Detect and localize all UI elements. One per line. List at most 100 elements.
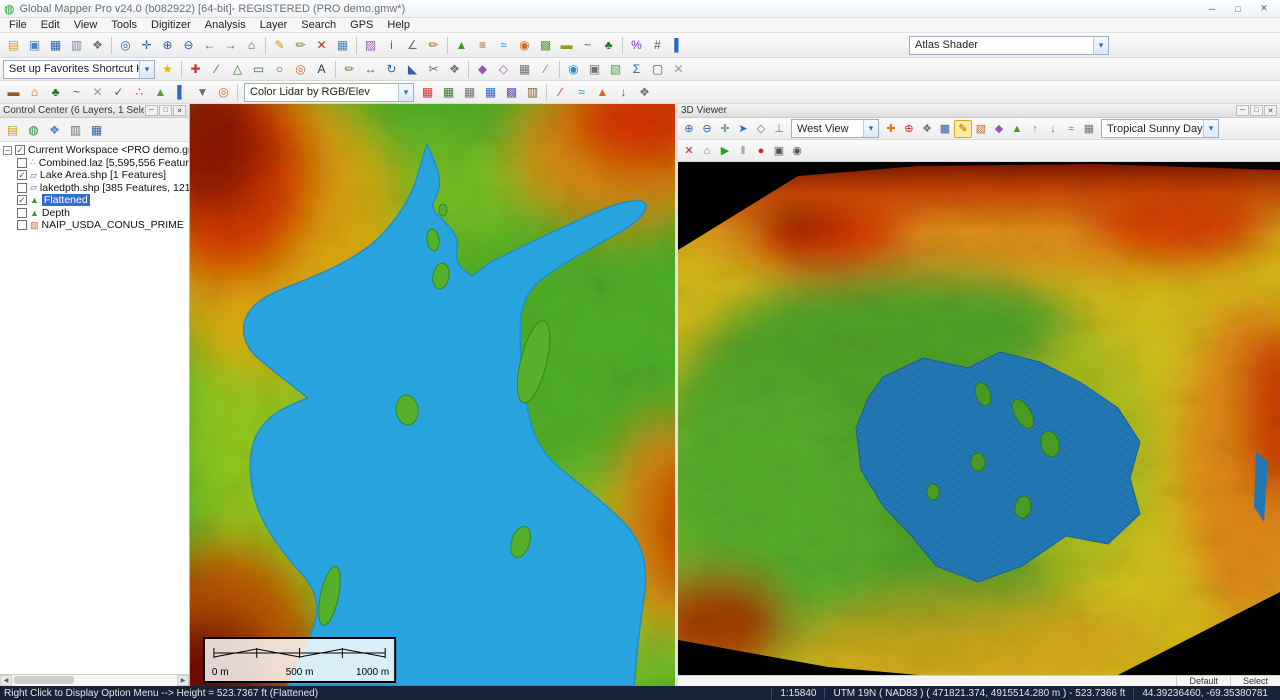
play-animation-icon[interactable]: ▶ [716,142,734,160]
settings-3d-icon[interactable]: ❖ [918,120,936,138]
fly-mode-icon[interactable]: ➤ [734,120,752,138]
menu-item-edit[interactable]: Edit [34,19,67,31]
screenshot-camera-icon[interactable]: ◉ [788,142,806,160]
scripting-icon[interactable]: # [647,36,668,55]
panel-float-button[interactable]: □ [1250,105,1263,116]
scroll-right-icon[interactable]: ▶ [177,675,189,686]
full-extent-icon[interactable]: ⌂ [241,36,262,55]
viewshed-icon[interactable]: ◉ [514,36,535,55]
select-mode-label[interactable]: Select [1230,676,1280,686]
chevron-down-icon[interactable]: ▾ [139,61,154,78]
menu-item-layer[interactable]: Layer [253,19,295,31]
layer-combined-laz-row[interactable]: ∴Combined.laz [5,595,556 Features, 258 .… [0,157,189,170]
video-capture-icon[interactable]: ▣ [770,142,788,160]
color-by-intensity-icon[interactable]: ▦ [459,83,480,102]
scale-feature-icon[interactable]: ◣ [402,60,423,79]
recenter-view-icon[interactable]: ✚ [882,120,900,138]
draw-3d-path-icon[interactable]: ✎ [954,120,972,138]
combine-features-icon[interactable]: ❖ [444,60,465,79]
open-workspace-icon[interactable]: ▣ [24,36,45,55]
trace-tool-icon[interactable]: ∕ [535,60,556,79]
lidar-profile-icon[interactable]: ▌ [171,83,192,102]
contour-lines-icon[interactable]: ≡ [472,36,493,55]
zoom-out-3d-icon[interactable]: ⊖ [698,120,716,138]
tree-expander-icon[interactable]: − [3,146,12,155]
select-features-icon[interactable]: ▢ [647,60,668,79]
panel-minimize-button[interactable]: ─ [145,105,158,116]
layer-naip-usda-conus-prime-checkbox[interactable] [17,220,27,230]
create-line-icon[interactable]: ∕ [206,60,227,79]
panel-close-button[interactable]: ✕ [1264,105,1277,116]
edit-vertices-icon[interactable]: ✏ [339,60,360,79]
breakline-tool-icon[interactable]: ∕ [550,83,571,102]
attribute-table-icon[interactable]: ▦ [86,120,107,139]
layer-naip-usda-conus-prime-row[interactable]: ▧NAIP_USDA_CONUS_PRIME [0,219,189,232]
zoom-out-icon[interactable]: ⊖ [178,36,199,55]
panel-float-button[interactable]: □ [159,105,172,116]
layer-combined-laz-checkbox[interactable] [17,158,27,168]
split-feature-icon[interactable]: ✂ [423,60,444,79]
atlas-shader-combo[interactable]: Atlas Shader ▾ [909,36,1109,55]
metadata-icon[interactable]: ▥ [65,120,86,139]
lidar-classify-buildings-icon[interactable]: ⌂ [24,83,45,102]
buffer-tool-icon[interactable]: ◉ [563,60,584,79]
favorites-combo[interactable]: Set up Favorites Shortcut Keys... ▾ [3,60,155,79]
pixels-to-points-icon[interactable]: ∴ [129,83,150,102]
record-animation-icon[interactable]: ● [752,142,770,160]
sky-shader-combo[interactable]: Tropical Sunny Day ▾ [1101,119,1219,138]
chevron-down-icon[interactable]: ▾ [398,84,413,101]
crop-tool-icon[interactable]: ▣ [584,60,605,79]
scroll-left-icon[interactable]: ◀ [0,675,12,686]
lidar-classify-ground-icon[interactable]: ▬ [3,83,24,102]
lidar-density-grid-icon[interactable]: ▩ [501,83,522,102]
scroll-track[interactable] [12,675,177,686]
view-direction-combo[interactable]: West View ▾ [791,119,879,138]
layer-lakedpth-shp-row[interactable]: ▱lakedpth.shp [385 Features, 121,391 De.… [0,182,189,195]
menu-item-analysis[interactable]: Analysis [198,19,253,31]
panel-minimize-button[interactable]: ─ [1236,105,1249,116]
lidar-qc-icon[interactable]: ✓ [108,83,129,102]
minimize-button[interactable]: ─ [1200,2,1224,16]
rotate-feature-icon[interactable]: ↻ [381,60,402,79]
chevron-down-icon[interactable]: ▾ [1093,37,1108,54]
map-2d-view[interactable]: 0 m 500 m 1000 m [190,104,678,686]
water-level-icon[interactable]: ≈ [1062,120,1080,138]
grid-snap-icon[interactable]: ▦ [514,60,535,79]
lidar-noise-filter-icon[interactable]: ✕ [87,83,108,102]
path-profile-icon[interactable]: ~ [577,36,598,55]
edit-features-icon[interactable]: ✏ [290,36,311,55]
color-by-return-icon[interactable]: ▦ [480,83,501,102]
walk-mode-icon[interactable]: ✛ [716,120,734,138]
workspace-root-row[interactable]: −✓Current Workspace <PRO demo.gmw*> [0,144,189,157]
menu-item-search[interactable]: Search [294,19,343,31]
chevron-down-icon[interactable]: ▾ [1203,120,1218,137]
merge-layers-icon[interactable]: ▧ [605,60,626,79]
lidar-select-icon[interactable]: ◎ [213,83,234,102]
measure-tool-icon[interactable]: ∠ [402,36,423,55]
save-workspace-icon[interactable]: ▦ [45,36,66,55]
terrain-compare-icon[interactable]: ▲ [592,83,613,102]
elevation-grid-icon[interactable]: ▩ [535,36,556,55]
fill-3d-icon[interactable]: ◆ [990,120,1008,138]
lidar-thin-icon[interactable]: ▥ [522,83,543,102]
layer-options-icon[interactable]: ❖ [44,120,65,139]
open-data-icon[interactable]: ▤ [3,36,24,55]
close-3d-tools-icon[interactable]: ✕ [680,142,698,160]
layer-lake-area-shp-checkbox[interactable]: ✓ [17,170,27,180]
watershed-icon[interactable]: ≈ [493,36,514,55]
deselect-icon[interactable]: ✕ [668,60,689,79]
attribute-calc-icon[interactable]: Σ [626,60,647,79]
menu-item-view[interactable]: View [67,19,105,31]
perspective-box-icon[interactable]: ◇ [752,120,770,138]
scroll-thumb[interactable] [14,676,74,684]
digitizer-tool-icon[interactable]: ✎ [269,36,290,55]
lidar-ground-surface-icon[interactable]: ▲ [150,83,171,102]
move-feature-icon[interactable]: ↔ [360,60,381,79]
online-data-icon[interactable]: ◍ [23,120,44,139]
pan-tool-icon[interactable]: ✛ [136,36,157,55]
layer-depth-checkbox[interactable] [17,208,27,218]
color-by-elevation-icon[interactable]: ▦ [438,83,459,102]
flatten-terrain-icon[interactable]: ▬ [556,36,577,55]
layer-flattened-row[interactable]: ✓▲Flattened [0,194,189,207]
workspace-checkbox[interactable]: ✓ [15,145,25,155]
